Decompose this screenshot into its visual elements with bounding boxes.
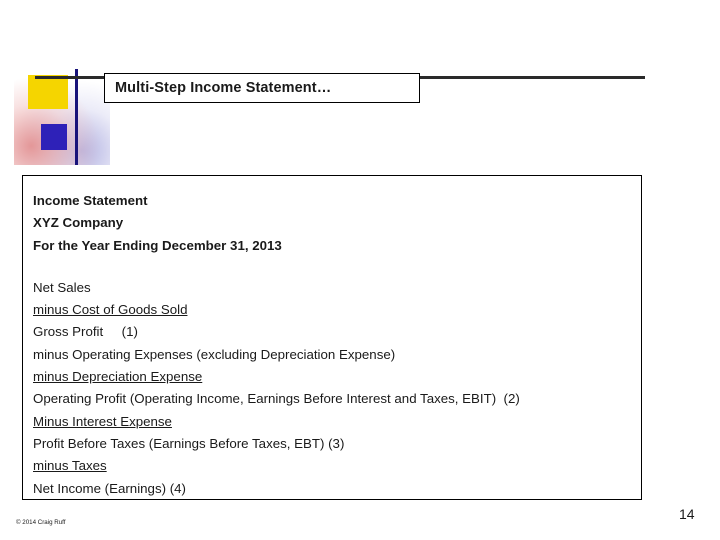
statement-row: minus Taxes	[33, 455, 641, 477]
copyright-notice: © 2014 Craig Ruff	[16, 519, 66, 526]
statement-row-text: Minus Interest Expense	[33, 413, 172, 429]
statement-row-text: minus Cost of Goods Sold	[33, 302, 188, 318]
statement-row: Net Sales	[33, 279, 91, 295]
statement-row: Gross Profit (1)	[33, 324, 138, 340]
statement-row: Profit Before Taxes (Earnings Before Tax…	[33, 435, 345, 451]
page-title: Multi-Step Income Statement…	[115, 80, 332, 96]
statement-row-text: minus Depreciation Expense	[33, 369, 203, 385]
statement-row-text: minus Taxes	[33, 458, 107, 474]
decorative-logo-mark	[14, 69, 110, 165]
page-number: 14	[679, 506, 695, 522]
logo-vertical-rule	[75, 69, 78, 165]
statement-row: Net Income (Earnings) (4)	[33, 480, 186, 496]
statement-row: minus Cost of Goods Sold	[33, 299, 641, 321]
income-statement-panel: Income Statement XYZ Company For the Yea…	[22, 175, 642, 500]
heading-body-spacer	[33, 257, 641, 277]
statement-row: minus Operating Expenses (excluding Depr…	[33, 346, 396, 362]
statement-heading-line-3: For the Year Ending December 31, 2013	[33, 237, 282, 253]
statement-heading-line-2: XYZ Company	[33, 215, 124, 231]
slide-title-box: Multi-Step Income Statement…	[104, 73, 420, 103]
statement-row: Minus Interest Expense	[33, 411, 641, 433]
statement-heading-line-1: Income Statement	[33, 193, 148, 208]
statement-row: Operating Profit (Operating Income, Earn…	[33, 391, 520, 407]
logo-yellow-square	[28, 75, 68, 109]
statement-row: minus Depreciation Expense	[33, 366, 641, 388]
logo-blue-square	[41, 124, 67, 150]
